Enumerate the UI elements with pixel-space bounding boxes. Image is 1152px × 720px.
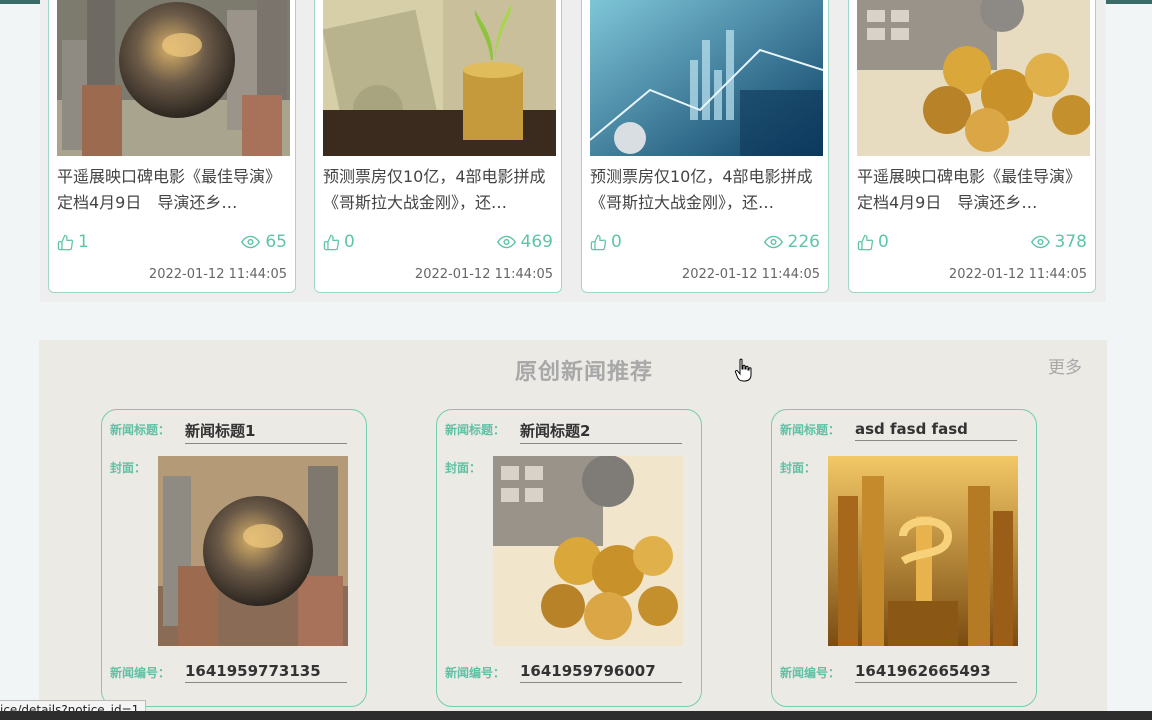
cover-label: 封面： [110, 461, 147, 475]
views-value: 226 [787, 232, 820, 252]
likes-value: 0 [344, 232, 355, 252]
news-title-label: 新闻标题： [110, 423, 171, 437]
news-card-title[interactable]: 预测票房仅10亿，4部电影拼成《哥斯拉大战金刚》，还… [323, 164, 555, 216]
news-card-title[interactable]: 预测票房仅10亿，4部电影拼成《哥斯拉大战金刚》，还… [590, 164, 822, 216]
news-title-value: 新闻标题1 [185, 420, 347, 444]
section-title: 原创新闻推荐 [514, 360, 653, 385]
more-link[interactable]: 更多 [1048, 353, 1082, 378]
views-value: 378 [1054, 232, 1087, 252]
news-no-value: 1641959773135 [185, 662, 347, 683]
news-title-value: 新闻标题2 [520, 420, 682, 444]
news-thumbnail[interactable] [57, 0, 290, 156]
views-count: 65 [241, 232, 287, 252]
thumbs-up-icon [857, 234, 874, 250]
likes-count[interactable]: 0 [323, 232, 355, 252]
thumbs-up-icon [590, 234, 607, 250]
views-value: 469 [520, 232, 553, 252]
news-thumbnail[interactable] [857, 0, 1090, 156]
eye-icon [496, 235, 516, 249]
news-date: 2022-01-12 11:44:05 [681, 267, 820, 282]
news-no-label: 新闻编号： [780, 666, 841, 680]
recommend-card[interactable]: 新闻标题： 新闻标题2 封面： 新闻编号： 1641959796007 [436, 409, 702, 707]
news-thumbnail[interactable] [323, 0, 556, 156]
recommend-card[interactable]: 新闻标题： asd fasd fasd 封面： 新闻编号： 1641962665… [771, 409, 1037, 707]
news-no-label: 新闻编号： [110, 666, 171, 680]
eye-icon [241, 235, 261, 249]
news-card-panel: 平遥展映口碑电影《最佳导演》定档4月9日 导演还乡… 1 65 2022-01-… [40, 0, 1106, 302]
news-thumbnail[interactable] [590, 0, 823, 156]
news-date: 2022-01-12 11:44:05 [414, 267, 553, 282]
views-count: 469 [496, 232, 553, 252]
news-no-value: 1641959796007 [520, 662, 682, 683]
news-card[interactable]: 预测票房仅10亿，4部电影拼成《哥斯拉大战金刚》，还… 0 469 2022-0… [314, 0, 562, 293]
news-date: 2022-01-12 11:44:05 [148, 267, 287, 282]
likes-count[interactable]: 1 [57, 232, 89, 252]
news-card[interactable]: 平遥展映口碑电影《最佳导演》定档4月9日 导演还乡… 1 65 2022-01-… [48, 0, 296, 293]
news-no-value: 1641962665493 [855, 662, 1017, 683]
cover-image[interactable] [493, 456, 683, 646]
taskbar-strip [0, 711, 1152, 720]
thumbs-up-icon [323, 234, 340, 250]
news-card[interactable]: 预测票房仅10亿，4部电影拼成《哥斯拉大战金刚》，还… 0 226 2022-0… [581, 0, 829, 293]
cover-image[interactable] [828, 456, 1018, 646]
likes-value: 0 [611, 232, 622, 252]
recommend-card[interactable]: 新闻标题： 新闻标题1 封面： 新闻编号： 1641959773135 [101, 409, 367, 707]
likes-value: 0 [878, 232, 889, 252]
news-no-label: 新闻编号： [445, 666, 506, 680]
news-title-label: 新闻标题： [780, 423, 841, 437]
eye-icon [763, 235, 783, 249]
hand-pointer-icon [735, 358, 752, 382]
recommend-section: 原创新闻推荐 更多 新闻标题： 新闻标题1 封面： 新闻编号： 16419597… [39, 340, 1107, 720]
thumbs-up-icon [57, 234, 74, 250]
news-title-value: asd fasd fasd [855, 420, 1017, 441]
news-title-label: 新闻标题： [445, 423, 506, 437]
views-count: 378 [1030, 232, 1087, 252]
cover-label: 封面： [445, 461, 482, 475]
news-card-title[interactable]: 平遥展映口碑电影《最佳导演》定档4月9日 导演还乡… [57, 164, 289, 216]
likes-count[interactable]: 0 [590, 232, 622, 252]
likes-value: 1 [78, 232, 89, 252]
cover-image[interactable] [158, 456, 348, 646]
likes-count[interactable]: 0 [857, 232, 889, 252]
news-card[interactable]: 平遥展映口碑电影《最佳导演》定档4月9日 导演还乡… 0 378 2022-01… [848, 0, 1096, 293]
cover-label: 封面： [780, 461, 817, 475]
news-card-title[interactable]: 平遥展映口碑电影《最佳导演》定档4月9日 导演还乡… [857, 164, 1089, 216]
views-count: 226 [763, 232, 820, 252]
views-value: 65 [265, 232, 287, 252]
eye-icon [1030, 235, 1050, 249]
news-date: 2022-01-12 11:44:05 [948, 267, 1087, 282]
